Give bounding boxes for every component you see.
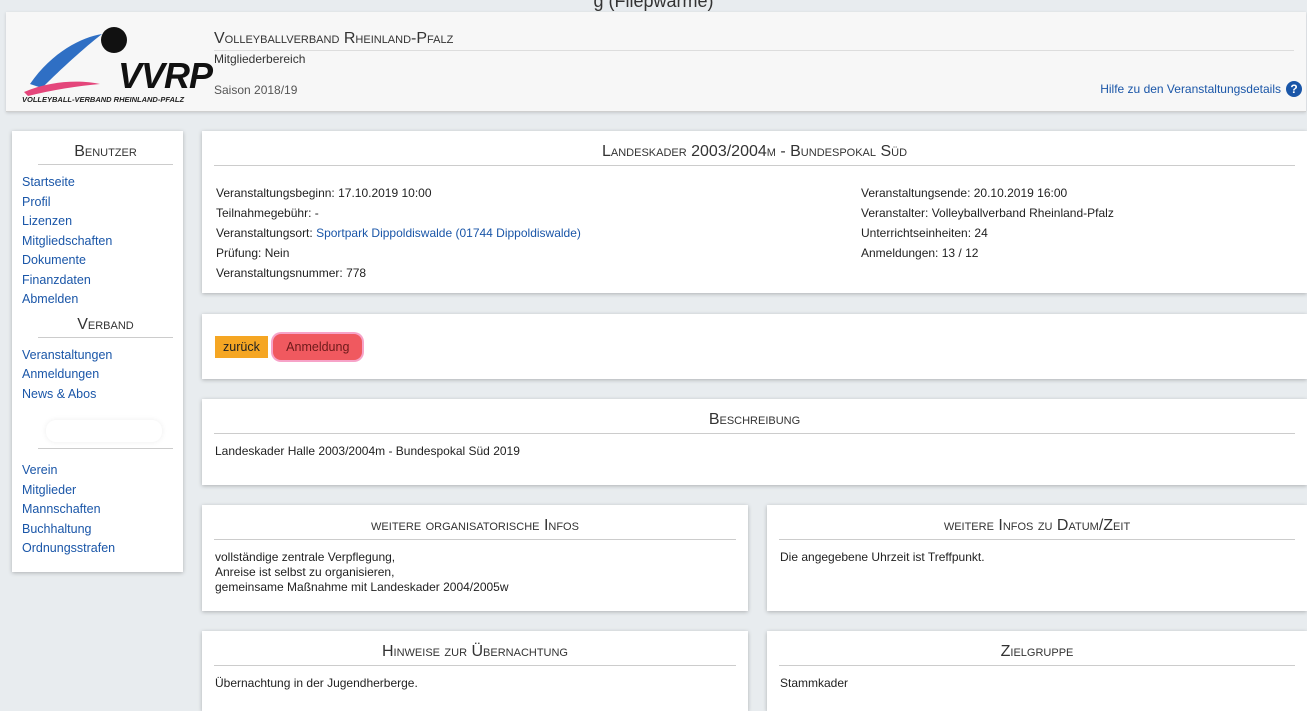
sidebar-item-mitglieder[interactable]: Mitglieder [22, 481, 173, 501]
event-units: Unterrichtseinheiten: 24 [861, 226, 988, 240]
event-location-link[interactable]: Sportpark Dippoldiswalde (01744 Dippoldi… [316, 226, 581, 240]
top-caption: g (Fliepwarme) [593, 0, 714, 11]
help-icon[interactable]: ? [1286, 81, 1302, 97]
back-button[interactable]: zurück [215, 336, 268, 358]
event-registrations: Anmeldungen: 13 / 12 [861, 246, 979, 260]
sidebar-divider [38, 448, 173, 449]
sidebar-item-veranstaltungen[interactable]: Veranstaltungen [22, 346, 173, 366]
overnight-card: Hinweise zur Übernachtung Übernachtung i… [202, 631, 748, 711]
event-info-left: Veranstaltungsbeginn: 17.10.2019 10:00 T… [216, 183, 581, 283]
overnight-title: Hinweise zur Übernachtung [214, 631, 736, 666]
sidebar-item-finanzdaten[interactable]: Finanzdaten [22, 271, 173, 291]
org-info-title: weitere organisatorische Infos [214, 505, 736, 540]
org-info-line: Anreise ist selbst zu organisieren, [215, 565, 395, 579]
sidebar-heading-benutzer: Benutzer [38, 143, 173, 165]
description-title: Beschreibung [214, 399, 1295, 434]
event-number: Veranstaltungsnummer: 778 [216, 266, 367, 280]
event-info-right: Veranstaltungsende: 20.10.2019 16:00 Ver… [861, 183, 1114, 263]
sidebar-item-dokumente[interactable]: Dokumente [22, 251, 173, 271]
help-link-label[interactable]: Hilfe zu den Veranstaltungsdetails [1100, 82, 1281, 96]
org-info-line: vollständige zentrale Verpflegung, [215, 550, 396, 564]
event-fee: Teilnahmegebühr: - [216, 206, 319, 220]
event-end: Veranstaltungsende: 20.10.2019 16:00 [861, 186, 1068, 200]
actions-card: zurück Anmeldung [202, 314, 1307, 379]
target-group-title: Zielgruppe [779, 631, 1295, 666]
org-info-body: vollständige zentrale Verpflegung, Anrei… [202, 540, 748, 605]
register-button[interactable]: Anmeldung [273, 334, 363, 360]
description-text: Landeskader Halle 2003/2004m - Bundespok… [215, 444, 520, 458]
sidebar-item-abmelden[interactable]: Abmelden [22, 290, 173, 310]
sidebar-heading-verband: Verband [38, 316, 173, 338]
redacted-club-name [46, 420, 162, 442]
logo-wordmark: VVRP [118, 55, 213, 96]
org-info-card: weitere organisatorische Infos vollständ… [202, 505, 748, 611]
event-title: Landeskader 2003/2004m - Bundespokal Süd [214, 131, 1295, 166]
sidebar-item-ordnungsstrafen[interactable]: Ordnungsstrafen [22, 539, 173, 559]
org-info-line: gemeinsame Maßnahme mit Landeskader 2004… [215, 580, 509, 594]
event-details-card: Landeskader 2003/2004m - Bundespokal Süd… [202, 131, 1307, 293]
help-link[interactable]: Hilfe zu den Veranstaltungsdetails ? [1100, 81, 1302, 97]
sidebar: Benutzer Startseite Profil Lizenzen Mitg… [12, 131, 183, 572]
event-exam: Prüfung: Nein [216, 246, 290, 260]
date-info-text: Die angegebene Uhrzeit ist Treffpunkt. [780, 550, 985, 564]
page-header: VVRP VOLLEYBALL-VERBAND RHEINLAND-PFALZ … [6, 12, 1306, 112]
overnight-text: Übernachtung in der Jugendherberge. [215, 676, 418, 690]
event-location: Veranstaltungsort: Sportpark Dippoldiswa… [216, 223, 581, 243]
season-label: Saison 2018/19 [214, 83, 298, 97]
event-organizer: Veranstalter: Volleyballverband Rheinlan… [861, 206, 1114, 220]
sidebar-item-profil[interactable]: Profil [22, 193, 173, 213]
sidebar-item-verein[interactable]: Verein [22, 461, 173, 481]
sidebar-item-anmeldungen[interactable]: Anmeldungen [22, 365, 173, 385]
org-title: Volleyballverband Rheinland-Pfalz [214, 30, 1294, 51]
logo-subtitle: VOLLEYBALL-VERBAND RHEINLAND-PFALZ [22, 95, 185, 104]
sidebar-item-buchhaltung[interactable]: Buchhaltung [22, 520, 173, 540]
event-begin: Veranstaltungsbeginn: 17.10.2019 10:00 [216, 186, 432, 200]
sidebar-item-lizenzen[interactable]: Lizenzen [22, 212, 173, 232]
sidebar-item-news-abos[interactable]: News & Abos [22, 385, 173, 405]
event-location-label: Veranstaltungsort: [216, 226, 317, 240]
target-group-card: Zielgruppe Stammkader [767, 631, 1307, 711]
sidebar-item-mitgliedschaften[interactable]: Mitgliedschaften [22, 232, 173, 252]
vvrp-logo[interactable]: VVRP VOLLEYBALL-VERBAND RHEINLAND-PFALZ [22, 22, 213, 104]
date-info-title: weitere Infos zu Datum/Zeit [779, 505, 1295, 540]
description-card: Beschreibung Landeskader Halle 2003/2004… [202, 399, 1307, 485]
sidebar-item-startseite[interactable]: Startseite [22, 173, 173, 193]
date-info-card: weitere Infos zu Datum/Zeit Die angegebe… [767, 505, 1307, 611]
area-subtitle: Mitgliederbereich [214, 52, 306, 66]
sidebar-item-mannschaften[interactable]: Mannschaften [22, 500, 173, 520]
target-group-text: Stammkader [780, 676, 849, 690]
